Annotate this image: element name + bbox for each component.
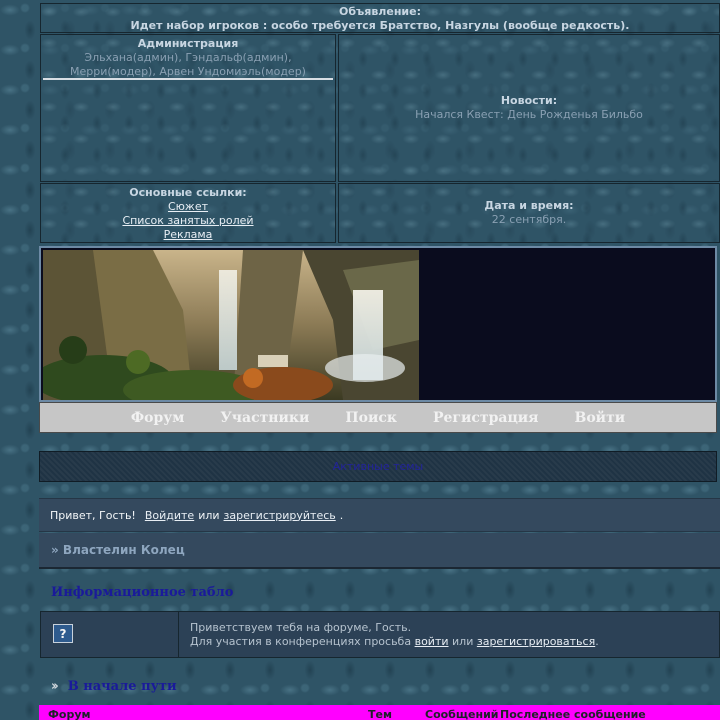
forum-banner: [39, 246, 717, 402]
datetime-text: 22 сентября.: [491, 213, 567, 226]
link-plot[interactable]: Сюжет: [168, 200, 208, 213]
datetime-panel: Дата и время: 22 сентября.: [338, 183, 720, 243]
nav-login[interactable]: Войти: [575, 410, 626, 426]
category-title[interactable]: В начале пути: [68, 679, 177, 694]
info-icon-cell: ?: [41, 612, 179, 657]
greeting-end: .: [339, 508, 344, 522]
link-taken-roles[interactable]: Список занятых ролей: [122, 214, 253, 227]
divider: [43, 78, 333, 80]
question-icon: ?: [53, 624, 73, 643]
active-topics-link[interactable]: Активные темы: [333, 460, 424, 473]
main-links-panel: Основные ссылки: Сюжет Список занятых ро…: [40, 183, 336, 243]
login-link[interactable]: Войдите: [145, 509, 194, 522]
info-board: ? Приветствуем тебя на форуме, Гость. Дл…: [40, 611, 720, 658]
administration-list: Эльхана(админ), Гэндальф(админ), Мерри(м…: [70, 51, 306, 78]
register-link[interactable]: зарегистрируйтесь: [224, 509, 336, 522]
announcement-panel: Объявление: Идет набор игроков : особо т…: [40, 3, 720, 33]
col-posts: Сообщений: [425, 708, 499, 720]
announcement-text: Идет набор игроков : особо требуется Бра…: [130, 19, 630, 32]
link-advertising[interactable]: Реклама: [164, 228, 213, 241]
forum-title[interactable]: » Властелин Колец: [39, 533, 720, 569]
info-register-link[interactable]: зарегистрироваться: [477, 635, 595, 648]
greeting-or: или: [198, 508, 220, 522]
forum-table-header: Форум Тем Сообщений Последнее сообщение: [39, 705, 720, 720]
nav-register[interactable]: Регистрация: [433, 410, 539, 426]
datetime-title: Дата и время:: [484, 199, 574, 212]
main-links-title: Основные ссылки:: [129, 186, 247, 199]
news-title: Новости:: [500, 94, 558, 107]
col-last-post: Последнее сообщение: [500, 708, 646, 720]
news-text: Начался Квест: День Рожденья Бильбо: [415, 108, 643, 121]
info-or: или: [452, 635, 474, 648]
nav-search[interactable]: Поиск: [345, 410, 397, 426]
info-text-cell: Приветствуем тебя на форуме, Гость. Для …: [179, 612, 599, 657]
news-panel: Новости: Начался Квест: День Рожденья Би…: [338, 34, 720, 182]
info-instructions: Для участия в конференциях просьба войти…: [190, 635, 599, 649]
col-forum: Форум: [48, 708, 91, 720]
active-topics-bar: Активные темы: [39, 451, 717, 482]
info-login-link[interactable]: войти: [415, 635, 449, 648]
greeting-bar: Привет, Гость! Войдите или зарегистрируй…: [39, 498, 720, 532]
administration-title: Администрация: [137, 37, 239, 50]
info-prefix: Для участия в конференциях просьба: [190, 635, 412, 648]
nav-forum[interactable]: Форум: [131, 410, 185, 426]
info-board-title: Информационное табло: [51, 585, 234, 600]
rivendell-banner-image: [43, 250, 419, 400]
category-header: ›› В начале пути: [51, 679, 177, 694]
info-end: .: [595, 635, 599, 648]
greeting-text: Привет, Гость!: [50, 508, 136, 522]
announcement-title: Объявление:: [338, 5, 421, 18]
info-welcome: Приветствуем тебя на форуме, Гость.: [190, 621, 412, 634]
main-navigation: Форум Участники Поиск Регистрация Войти: [39, 402, 717, 433]
double-chevron-icon: ››: [51, 679, 59, 694]
col-topics: Тем: [368, 708, 392, 720]
nav-members[interactable]: Участники: [220, 410, 309, 426]
administration-panel: Администрация Эльхана(админ), Гэндальф(а…: [40, 34, 336, 182]
